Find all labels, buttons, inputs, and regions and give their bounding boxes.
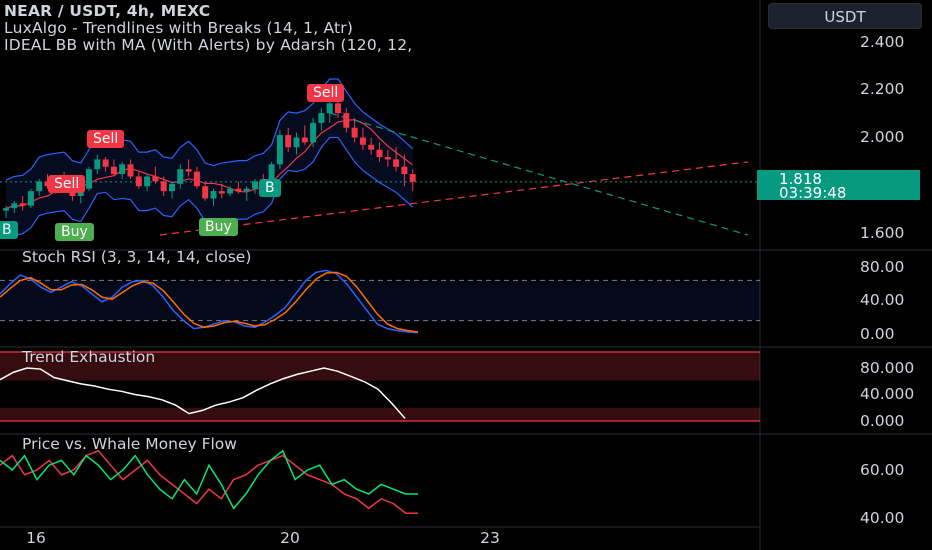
- candle-body: [19, 203, 26, 206]
- price-tick-label: 1.600: [860, 224, 905, 242]
- trend-oversold-zone: [0, 407, 760, 421]
- candle-body: [152, 176, 159, 182]
- candle-body: [86, 169, 92, 189]
- whale-flow-line: [0, 449, 418, 510]
- trend-tick-label: 40.000: [860, 385, 915, 403]
- candle-body: [11, 203, 18, 209]
- sell-signal-label: Sell: [307, 84, 345, 102]
- candle-body: [393, 159, 400, 167]
- sell-signal-label: Sell: [48, 175, 86, 193]
- price-tick-label: 2.000: [860, 128, 905, 146]
- trend-exhaustion-title[interactable]: Trend Exhaustion: [22, 348, 155, 366]
- stoch-band-fill: [0, 280, 760, 321]
- candle-body: [94, 159, 101, 170]
- breakout-signal-label: B: [0, 221, 18, 239]
- time-tick-label: 23: [480, 529, 500, 547]
- candle-body: [169, 183, 175, 192]
- indicator-trendlines-title[interactable]: LuxAlgo - Trendlines with Breaks (14, 1,…: [4, 19, 353, 37]
- buy-signal-label: Buy: [199, 218, 238, 236]
- candle-body: [193, 171, 200, 187]
- whale-tick-label: 40.00: [860, 509, 905, 527]
- candle-body: [127, 164, 134, 177]
- candle-body: [343, 113, 350, 128]
- sell-signal-label: Sell: [87, 130, 125, 148]
- candle-body: [276, 135, 283, 165]
- candle-body: [202, 186, 209, 199]
- time-tick-label: 16: [26, 529, 46, 547]
- candle-body: [401, 166, 408, 175]
- candle-body: [359, 137, 366, 145]
- candle-body: [27, 191, 34, 206]
- symbol-title[interactable]: NEAR / USDT, 4h, MEXC: [4, 2, 210, 20]
- candle-body: [3, 208, 9, 211]
- trend-tick-label: 0.000: [860, 412, 905, 430]
- stoch-tick-label: 80.00: [860, 258, 905, 276]
- price-tick-label: 2.400: [860, 33, 905, 51]
- candle-body: [293, 137, 300, 148]
- stoch-tick-label: 40.00: [860, 291, 905, 309]
- candle-body: [310, 122, 317, 143]
- candle-body: [102, 159, 109, 167]
- candle-body: [409, 174, 416, 182]
- candle-body: [326, 103, 333, 114]
- candle-body: [160, 181, 167, 192]
- candle-body: [185, 169, 192, 172]
- candle-body: [351, 127, 358, 138]
- candle-body: [243, 188, 250, 192]
- candle-body: [135, 176, 142, 187]
- candle-body: [36, 181, 43, 192]
- stoch-tick-label: 0.00: [860, 325, 895, 343]
- candle-body: [218, 191, 225, 194]
- candle-body: [227, 188, 234, 194]
- bb-band-fill: [6, 79, 413, 239]
- current-price-badge: 1.818 03:39:48: [757, 170, 920, 202]
- whale-price-line: [0, 449, 418, 514]
- candle-body: [301, 137, 308, 143]
- candle-body: [384, 157, 391, 160]
- chart-canvas[interactable]: [0, 0, 932, 550]
- candle-body: [376, 149, 383, 157]
- candle-body: [110, 166, 117, 175]
- whale-tick-label: 60.00: [860, 461, 905, 479]
- candle-body: [252, 181, 258, 189]
- candle-body: [235, 188, 242, 192]
- candle-body: [318, 113, 325, 123]
- candle-body: [368, 144, 375, 150]
- indicator-bb-title[interactable]: IDEAL BB with MA (With Alerts) by Adarsh…: [4, 36, 412, 54]
- time-tick-label: 20: [280, 529, 300, 547]
- candle-body: [177, 169, 184, 184]
- stoch-rsi-title[interactable]: Stoch RSI (3, 3, 14, 14, close): [22, 248, 251, 266]
- candle-body: [335, 103, 341, 114]
- breakout-signal-label: B: [259, 179, 281, 197]
- candle-body: [285, 135, 292, 148]
- trend-tick-label: 80.000: [860, 359, 915, 377]
- price-tick-label: 2.200: [860, 80, 905, 98]
- buy-signal-label: Buy: [55, 223, 94, 241]
- candle-body: [119, 164, 126, 175]
- currency-button[interactable]: USDT: [768, 3, 922, 29]
- whale-flow-title[interactable]: Price vs. Whale Money Flow: [22, 435, 237, 453]
- candle-body: [144, 176, 151, 187]
- candle-body: [210, 191, 217, 199]
- bar-countdown: 03:39:48: [779, 184, 847, 202]
